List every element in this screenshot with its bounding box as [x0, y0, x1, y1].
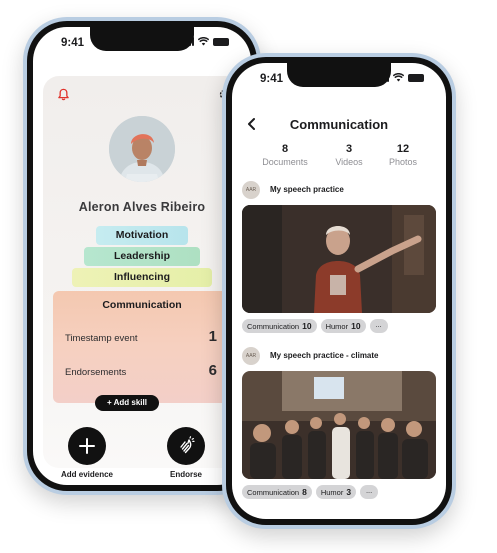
post-card[interactable]: AAR My speech practice Communication10	[242, 181, 436, 333]
count-photos[interactable]: 12 Photos	[368, 143, 438, 167]
stat-value: 1	[208, 328, 217, 345]
stat-value: 6	[208, 362, 217, 379]
status-time: 9:41	[260, 73, 284, 85]
clap-icon	[180, 436, 195, 454]
endorse-label: Endorse	[169, 470, 202, 479]
more-tags-button[interactable]: ...	[360, 485, 379, 499]
count-number: 8	[281, 143, 289, 155]
notch	[90, 27, 194, 51]
stat-timestamp-event: Timestamp event 1	[65, 328, 217, 345]
notch	[287, 63, 391, 87]
stat-endorsements: Endorsements 6	[65, 362, 217, 379]
detail-phone: 9:41 Communication 8 Documents 3 Videos …	[222, 53, 456, 529]
post-title: My speech practice	[270, 185, 344, 194]
plus-icon: +	[107, 398, 112, 407]
wifi-icon	[198, 37, 209, 46]
endorse-button[interactable]	[167, 427, 205, 465]
detail-screen: 9:41 Communication 8 Documents 3 Videos …	[232, 63, 446, 519]
avatar	[109, 116, 175, 182]
count-label: Photos	[388, 157, 418, 167]
more-tags-button[interactable]: ...	[369, 319, 388, 333]
tag-chip[interactable]: Humor 10	[320, 319, 366, 333]
bell-icon[interactable]	[57, 88, 70, 101]
add-evidence-label: Add evidence	[60, 470, 113, 479]
add-evidence-button[interactable]	[68, 427, 106, 465]
skill-motivation[interactable]: Motivation	[96, 226, 188, 245]
battery-icon	[213, 37, 229, 46]
tag-chip[interactable]: Communication 8	[242, 485, 312, 499]
count-label: Documents	[262, 157, 308, 167]
add-skill-label: Add skill	[113, 398, 147, 407]
count-documents[interactable]: 8 Documents	[250, 143, 320, 167]
post-card[interactable]: AAR My speech practice - climate Communi…	[242, 347, 436, 499]
skill-communication-title: Communication	[102, 299, 182, 311]
post-image[interactable]	[242, 371, 436, 479]
page-title: Communication	[289, 117, 389, 132]
stat-label: Timestamp event	[65, 333, 138, 344]
count-number: 12	[396, 143, 410, 155]
add-skill-button[interactable]: + Add skill	[95, 395, 159, 411]
profile-screen: 9:41 Aleron Alves Ribeiro Motivation Lea…	[33, 27, 251, 485]
post-avatar: AAR	[242, 347, 260, 365]
post-image[interactable]	[242, 205, 436, 313]
stat-label: Endorsements	[65, 367, 127, 378]
wifi-icon	[393, 73, 404, 82]
profile-card: Aleron Alves Ribeiro Motivation Leadersh…	[43, 76, 241, 468]
skill-leadership[interactable]: Leadership	[84, 247, 200, 266]
skill-communication-card[interactable]: Communication Timestamp event 1 Endorsem…	[53, 291, 231, 403]
status-time: 9:41	[61, 37, 85, 49]
tag-chip[interactable]: Communication 10	[242, 319, 317, 333]
skill-influencing[interactable]: Influencing	[72, 268, 212, 287]
plus-icon	[79, 438, 95, 454]
header: Communication	[232, 115, 446, 135]
tag-chip[interactable]: Humor 3	[315, 485, 357, 499]
person-name: Aleron Alves Ribeiro	[78, 200, 206, 214]
battery-icon	[408, 73, 424, 82]
post-avatar: AAR	[242, 181, 260, 199]
post-title: My speech practice - climate	[270, 351, 379, 360]
